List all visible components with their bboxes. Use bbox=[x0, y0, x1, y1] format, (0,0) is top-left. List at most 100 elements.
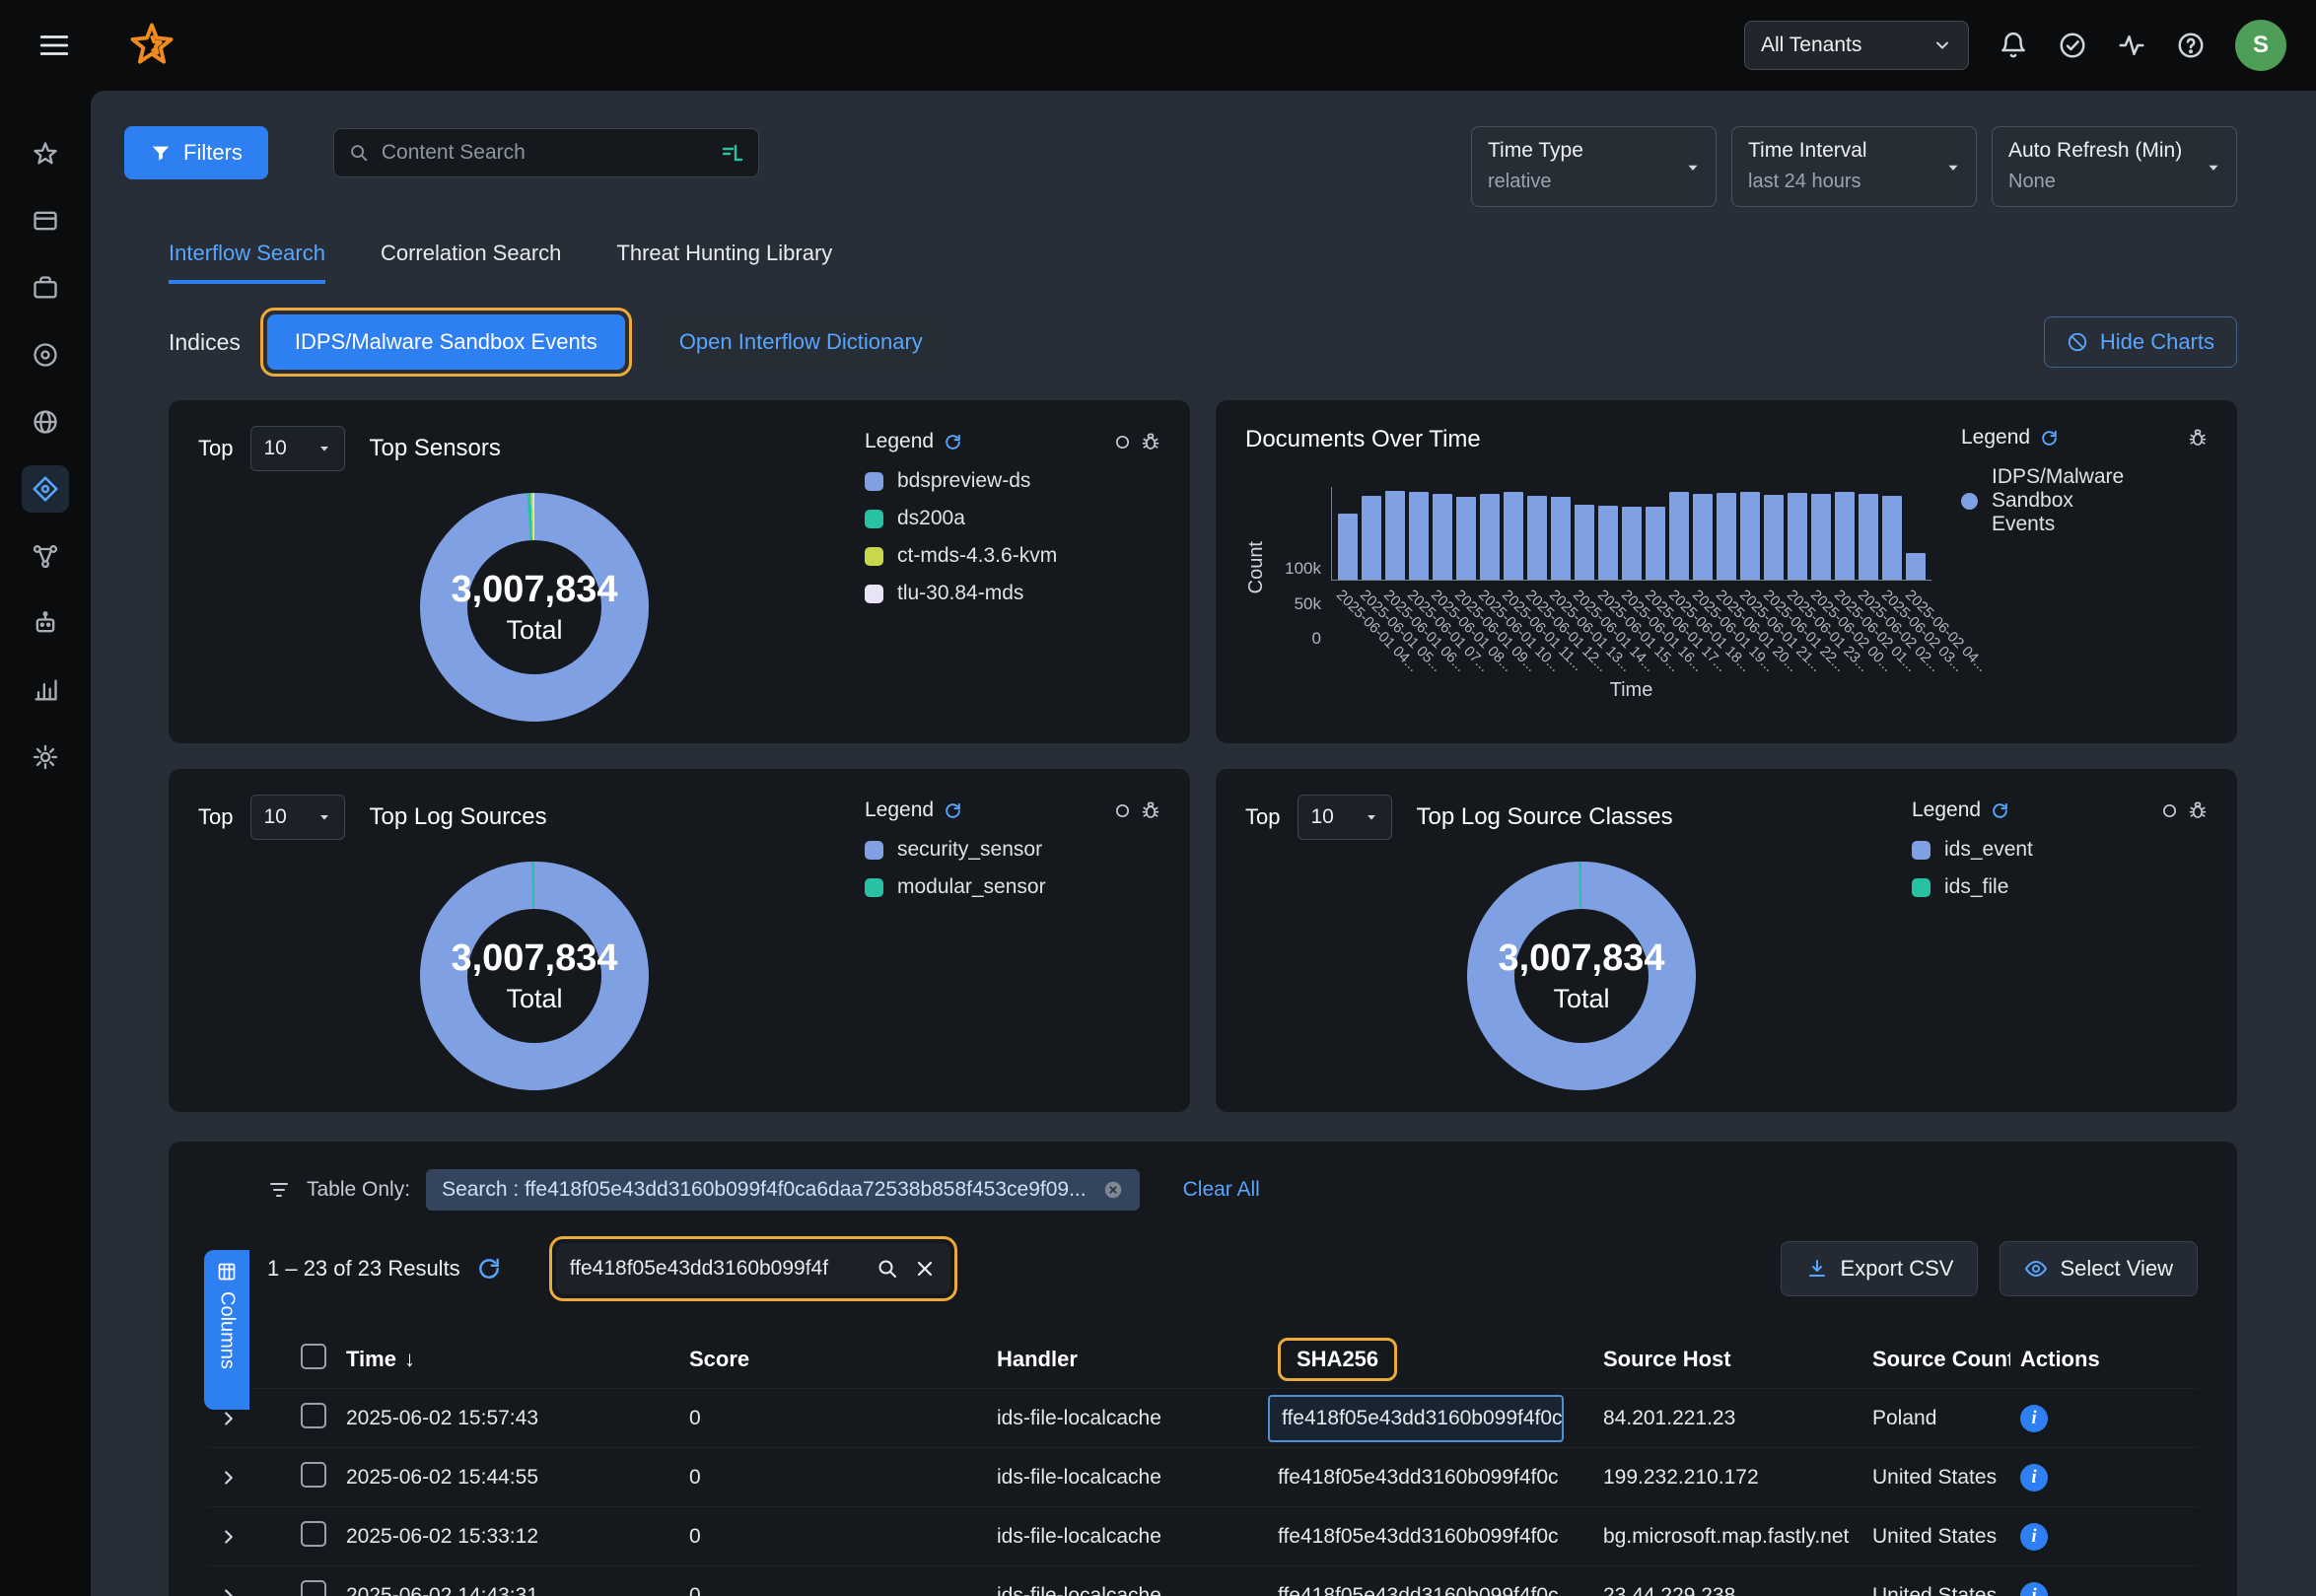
legend: Legend ids_eventids_file bbox=[1912, 798, 2208, 899]
legend-item[interactable]: security_sensor bbox=[865, 838, 1160, 862]
donut-chart: 3,007,834 Total bbox=[1467, 862, 1696, 1090]
legend-item[interactable]: IDPS/Malware Sandbox Events bbox=[1961, 465, 2208, 536]
legend-cycle-icon[interactable] bbox=[944, 433, 962, 451]
row-checkbox[interactable] bbox=[301, 1403, 326, 1428]
content-search[interactable] bbox=[333, 128, 759, 177]
bar bbox=[1764, 495, 1784, 580]
expand-row-icon[interactable] bbox=[208, 1585, 291, 1596]
cell-source-host: 199.232.210.172 bbox=[1593, 1466, 1862, 1490]
column-header-source-host[interactable]: Source Host bbox=[1593, 1347, 1862, 1372]
search-icon bbox=[348, 142, 370, 164]
clear-search-icon[interactable] bbox=[913, 1257, 937, 1281]
info-icon[interactable]: i bbox=[2020, 1464, 2048, 1492]
menu-icon[interactable] bbox=[37, 29, 71, 62]
top-n-select[interactable]: 10 bbox=[1298, 795, 1392, 840]
check-circle-icon[interactable] bbox=[2058, 31, 2087, 60]
circle-icon[interactable] bbox=[2161, 802, 2178, 819]
row-checkbox[interactable] bbox=[301, 1580, 326, 1596]
info-icon[interactable]: i bbox=[2020, 1582, 2048, 1596]
search-filter-chip[interactable]: Search : ffe418f05e43dd3160b099f4f0ca6da… bbox=[426, 1169, 1140, 1211]
legend-cycle-icon[interactable] bbox=[1991, 801, 2009, 820]
row-checkbox[interactable] bbox=[301, 1521, 326, 1547]
briefcase-icon[interactable] bbox=[22, 264, 69, 312]
refresh-icon[interactable] bbox=[476, 1256, 502, 1282]
star-icon[interactable] bbox=[22, 130, 69, 177]
cell-sha256[interactable]: ffe418f05e43dd3160b099f4f0c bbox=[1268, 1584, 1593, 1596]
search-icon[interactable] bbox=[876, 1257, 899, 1281]
card-icon[interactable] bbox=[22, 197, 69, 244]
activity-icon[interactable] bbox=[2117, 31, 2146, 60]
legend-item[interactable]: tlu-30.84-mds bbox=[865, 582, 1160, 605]
interflow-icon[interactable] bbox=[721, 141, 744, 165]
legend-title: Legend bbox=[865, 430, 934, 453]
top-n-select[interactable]: 10 bbox=[250, 795, 345, 840]
info-icon[interactable]: i bbox=[2020, 1523, 2048, 1551]
globe-icon[interactable] bbox=[22, 398, 69, 446]
legend-item[interactable]: ids_file bbox=[1912, 875, 2208, 899]
auto-refresh-label: Auto Refresh (Min) bbox=[2008, 139, 2220, 163]
legend-item[interactable]: ct-mds-4.3.6-kvm bbox=[865, 544, 1160, 568]
tab-interflow-search[interactable]: Interflow Search bbox=[169, 241, 325, 284]
disc-icon[interactable] bbox=[22, 331, 69, 379]
legend-cycle-icon[interactable] bbox=[2040, 429, 2059, 448]
caret-down-icon bbox=[316, 441, 332, 456]
legend-cycle-icon[interactable] bbox=[944, 801, 962, 820]
column-header-sha256[interactable]: SHA256 bbox=[1268, 1338, 1593, 1381]
tenant-selector[interactable]: All Tenants bbox=[1744, 21, 1969, 70]
clear-all-link[interactable]: Clear All bbox=[1183, 1178, 1260, 1202]
logo-star-icon[interactable] bbox=[126, 20, 177, 71]
select-all-checkbox[interactable] bbox=[301, 1344, 326, 1369]
auto-refresh-dropdown[interactable]: Auto Refresh (Min) None bbox=[1992, 126, 2237, 207]
sort-desc-icon[interactable]: ↓ bbox=[404, 1347, 415, 1371]
bars bbox=[1331, 487, 1931, 581]
column-header-score[interactable]: Score bbox=[679, 1347, 987, 1372]
bug-icon[interactable] bbox=[1141, 800, 1160, 820]
cell-sha256[interactable]: ffe418f05e43dd3160b099f4f0c bbox=[1268, 1395, 1564, 1442]
open-interflow-dictionary-button[interactable]: Open Interflow Dictionary bbox=[654, 314, 948, 370]
hide-charts-button[interactable]: Hide Charts bbox=[2044, 316, 2237, 368]
table-search[interactable] bbox=[556, 1243, 950, 1294]
tab-threat-hunting-library[interactable]: Threat Hunting Library bbox=[616, 241, 832, 284]
filters-button[interactable]: Filters bbox=[124, 126, 268, 179]
legend-item[interactable]: modular_sensor bbox=[865, 875, 1160, 899]
avatar[interactable]: S bbox=[2235, 20, 2286, 71]
time-interval-dropdown[interactable]: Time Interval last 24 hours bbox=[1731, 126, 1977, 207]
row-checkbox[interactable] bbox=[301, 1462, 326, 1488]
selected-index-button[interactable]: IDPS/Malware Sandbox Events bbox=[267, 314, 625, 370]
tab-correlation-search[interactable]: Correlation Search bbox=[381, 241, 561, 284]
column-header-source-countr[interactable]: Source Countr bbox=[1862, 1347, 2010, 1372]
circle-icon[interactable] bbox=[1114, 802, 1131, 819]
column-header-time[interactable]: Time↓ bbox=[336, 1347, 679, 1372]
bar-chart-icon[interactable] bbox=[22, 666, 69, 714]
cell-sha256[interactable]: ffe418f05e43dd3160b099f4f0c bbox=[1268, 1525, 1593, 1549]
export-csv-button[interactable]: Export CSV bbox=[1781, 1241, 1979, 1296]
info-icon[interactable]: i bbox=[2020, 1405, 2048, 1432]
circle-icon[interactable] bbox=[1114, 434, 1131, 451]
cell-actions: i bbox=[2010, 1523, 2198, 1551]
select-view-button[interactable]: Select View bbox=[2000, 1241, 2198, 1296]
time-type-dropdown[interactable]: Time Type relative bbox=[1471, 126, 1717, 207]
columns-button[interactable]: Columns bbox=[204, 1250, 249, 1410]
bug-icon[interactable] bbox=[2188, 800, 2208, 820]
legend-item[interactable]: bdspreview-ds bbox=[865, 469, 1160, 493]
crosshair-icon[interactable] bbox=[22, 465, 69, 513]
column-header-actions[interactable]: Actions bbox=[2010, 1347, 2198, 1372]
network-icon[interactable] bbox=[22, 532, 69, 580]
table-search-input[interactable] bbox=[570, 1257, 862, 1281]
expand-row-icon[interactable] bbox=[208, 1526, 291, 1548]
chip-close-icon[interactable] bbox=[1102, 1179, 1124, 1201]
cell-sha256[interactable]: ffe418f05e43dd3160b099f4f0c bbox=[1268, 1466, 1593, 1490]
expand-row-icon[interactable] bbox=[208, 1408, 291, 1429]
column-header-handler[interactable]: Handler bbox=[987, 1347, 1268, 1372]
top-n-select[interactable]: 10 bbox=[250, 426, 345, 471]
content-search-input[interactable] bbox=[382, 141, 709, 165]
bug-icon[interactable] bbox=[2188, 428, 2208, 448]
bell-icon[interactable] bbox=[1999, 31, 2028, 60]
legend-item[interactable]: ds200a bbox=[865, 507, 1160, 530]
gear-icon[interactable] bbox=[22, 733, 69, 781]
bot-icon[interactable] bbox=[22, 599, 69, 647]
legend-item[interactable]: ids_event bbox=[1912, 838, 2208, 862]
expand-row-icon[interactable] bbox=[208, 1467, 291, 1489]
help-icon[interactable] bbox=[2176, 31, 2206, 60]
bug-icon[interactable] bbox=[1141, 432, 1160, 451]
